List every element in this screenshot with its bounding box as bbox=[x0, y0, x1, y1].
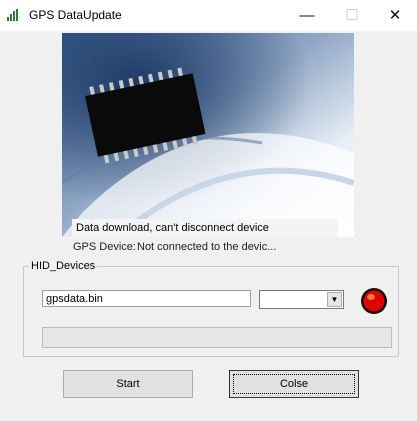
filename-field[interactable] bbox=[42, 290, 251, 307]
start-button[interactable]: Start bbox=[63, 370, 193, 398]
gps-device-label: GPS Device: bbox=[73, 241, 136, 253]
progress-bar bbox=[42, 327, 392, 348]
minimize-button[interactable]: — bbox=[285, 0, 329, 31]
chevron-down-icon[interactable]: ▼ bbox=[327, 292, 342, 307]
gps-device-status: Not connected to the devic... bbox=[137, 241, 277, 253]
hid-devices-group-title: HID_Devices bbox=[29, 259, 98, 273]
window-close-button[interactable]: ✕ bbox=[373, 0, 417, 31]
status-led-icon bbox=[361, 288, 387, 314]
maximize-button[interactable]: ☐ bbox=[330, 0, 374, 31]
close-button-label: Colse bbox=[279, 378, 309, 390]
gps-chip-image bbox=[62, 33, 354, 237]
window-title: GPS DataUpdate bbox=[29, 8, 122, 22]
title-bar: GPS DataUpdate — ☐ ✕ bbox=[0, 0, 417, 31]
signal-bars-icon bbox=[7, 9, 18, 21]
chip-banner-image bbox=[62, 33, 354, 237]
status-message: Data download, can't disconnect device bbox=[72, 219, 338, 237]
close-button[interactable]: Colse bbox=[229, 370, 359, 398]
device-select[interactable]: ▼ bbox=[259, 290, 344, 309]
